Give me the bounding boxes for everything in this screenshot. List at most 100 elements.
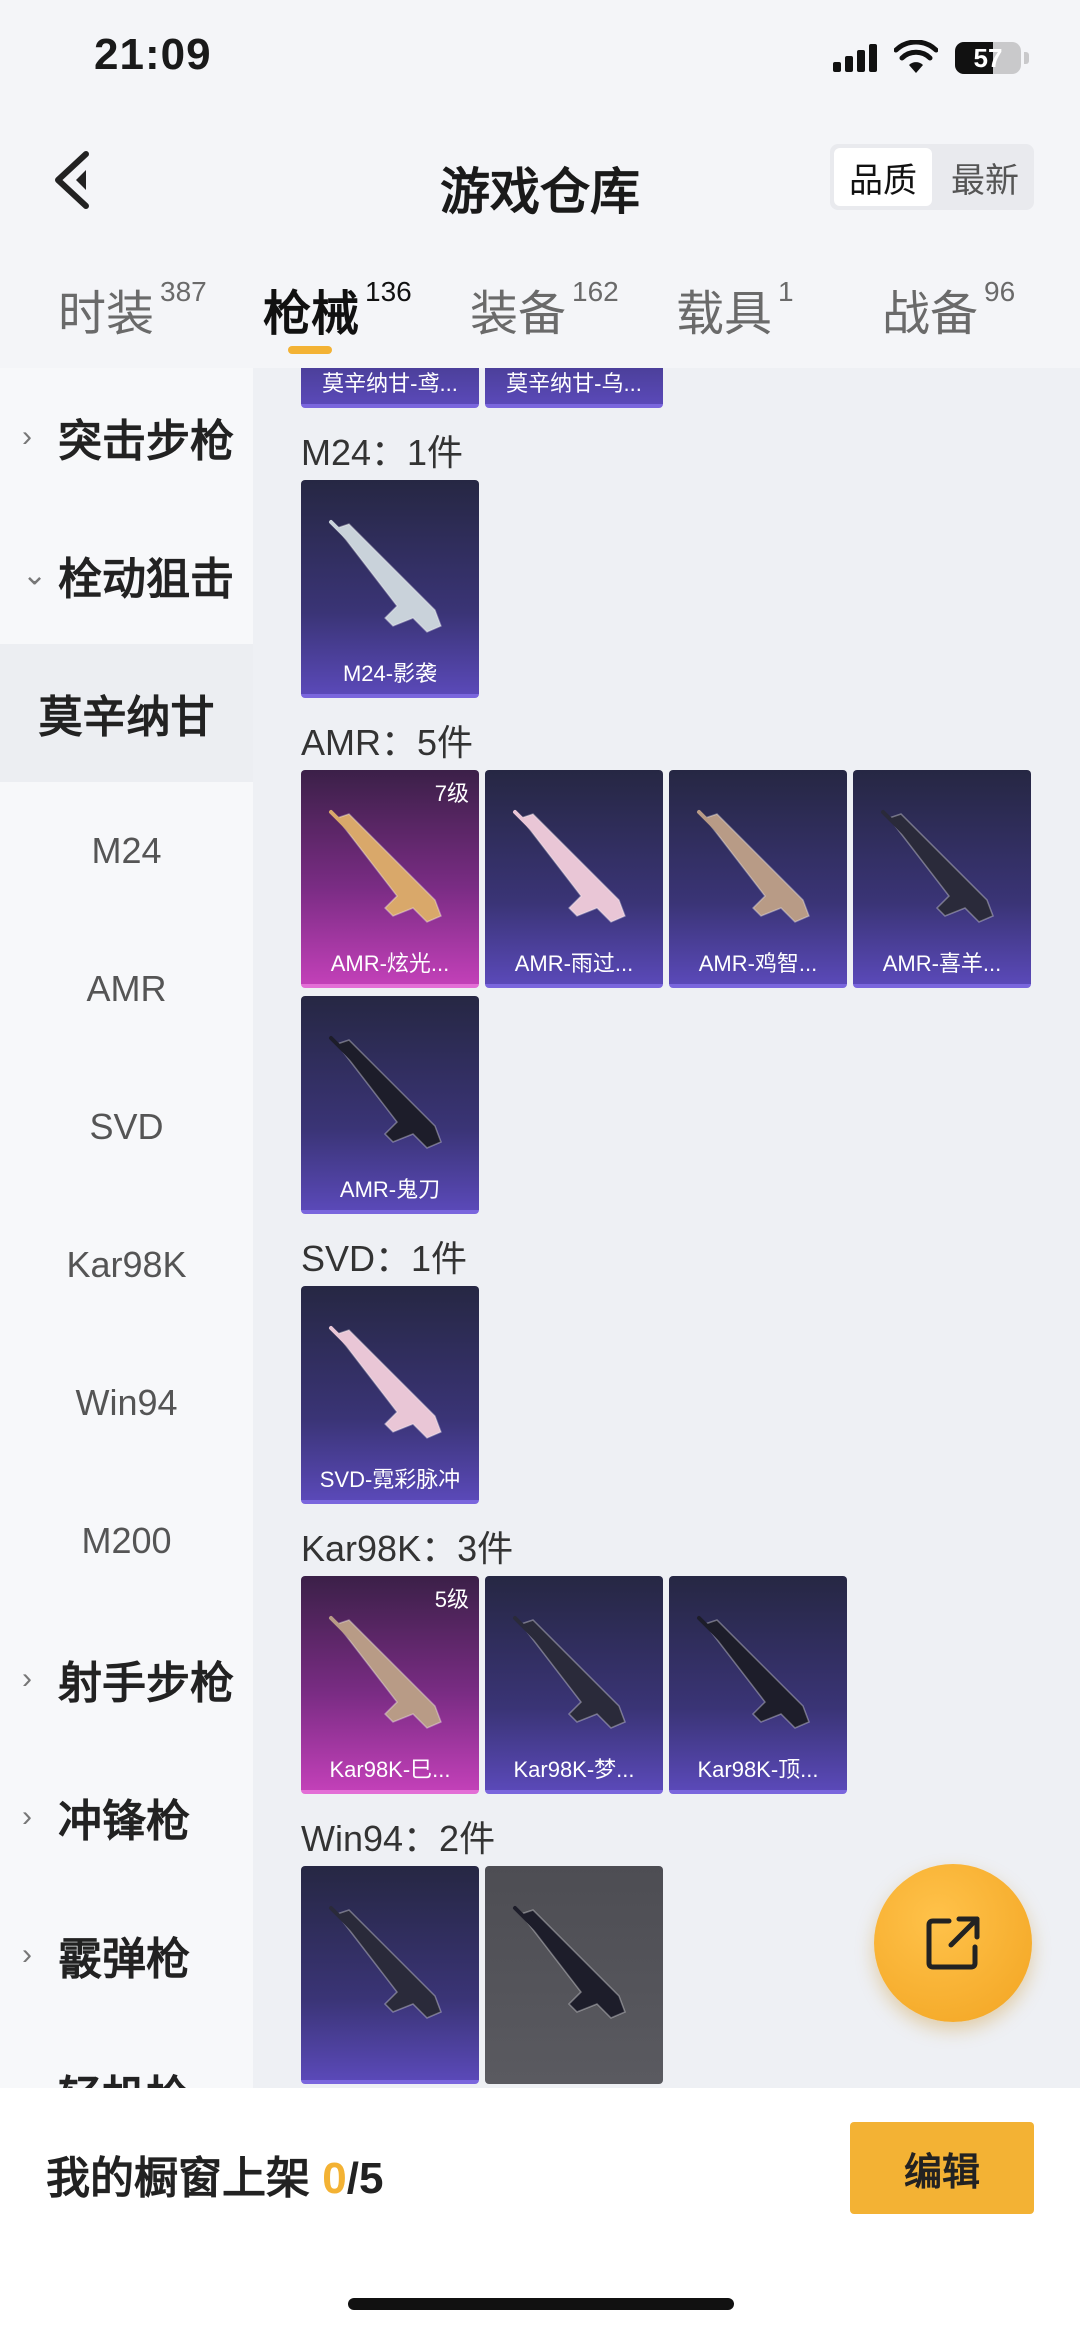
sidebar-item-label: 冲锋枪 [58, 1797, 190, 1846]
rifle-image [329, 520, 442, 633]
sidebar-item-marksman-rifle[interactable]: › 射手步枪 [0, 1610, 253, 1748]
sidebar-item-mosin[interactable]: 莫辛纳甘 [0, 644, 253, 782]
rifle-image [513, 1906, 626, 2019]
tab-count: 96 [984, 276, 1016, 307]
skin-name: AMR-炫光... [330, 951, 450, 976]
rifle-image [329, 1326, 442, 1439]
skin-card[interactable]: 5级 Kar98K-巳... [301, 1576, 479, 1794]
status-time: 21:09 [94, 30, 212, 79]
tab-label: 战备 [882, 288, 979, 341]
skin-card[interactable]: Kar98K-顶... [669, 1576, 847, 1794]
skin-name: AMR-鸡智... [698, 951, 818, 976]
sidebar-item-label: 射手步枪 [58, 1659, 234, 1708]
skin-name: AMR-雨过... [514, 951, 634, 976]
sort-option-newest[interactable]: 最新 [936, 144, 1034, 210]
sidebar-item-amr[interactable]: AMR [0, 920, 253, 1058]
skin-card[interactable]: 莫辛纳甘-乌... [485, 368, 663, 408]
level-badge: 7级 [434, 781, 469, 806]
sidebar-item-label: Kar98K [66, 1244, 187, 1285]
nav-bar: 游戏仓库 品质 最新 [0, 130, 1080, 230]
showcase-label: 我的橱窗上架 [46, 2154, 310, 2203]
active-tab-indicator [288, 346, 332, 354]
skin-card[interactable]: AMR-喜羊... [853, 770, 1031, 988]
tab-label: 时装 [58, 288, 155, 341]
skin-card[interactable]: Kar98K-梦... [485, 1576, 663, 1794]
sort-option-quality[interactable]: 品质 [834, 148, 932, 206]
skin-name: M24-影袭 [342, 661, 438, 686]
skin-card[interactable]: 莫辛纳甘-鸢... [301, 368, 479, 408]
skin-name: Kar98K-巳... [329, 1757, 451, 1782]
skin-card[interactable]: AMR-鬼刀 [301, 996, 479, 1214]
sidebar-item-label: Win94 [75, 1382, 178, 1423]
sidebar-item-kar98k[interactable]: Kar98K [0, 1196, 253, 1334]
rifle-image [881, 810, 994, 923]
rifle-image [697, 1616, 810, 1729]
sidebar-item-svd[interactable]: SVD [0, 1058, 253, 1196]
rifle-image [329, 1036, 442, 1149]
battery-icon: 57 [955, 42, 1021, 74]
sidebar-item-label: 突击步枪 [58, 417, 234, 466]
share-icon [926, 1916, 980, 1970]
tab-vehicles[interactable]: 载具 1 [676, 274, 794, 344]
skin-card[interactable]: 7级 AMR-炫光... [301, 770, 479, 988]
showcase-total: /5 [346, 2154, 384, 2203]
skin-name: AMR-喜羊... [882, 951, 1002, 976]
sidebar-item-m200[interactable]: M200 [0, 1472, 253, 1610]
sidebar-item-shotgun[interactable]: › 霰弹枪 [0, 1886, 253, 2024]
skin-card[interactable]: AMR-鸡智... [669, 770, 847, 988]
sidebar-item-label: 莫辛纳甘 [38, 693, 215, 742]
skin-name: AMR-鬼刀 [339, 1177, 441, 1202]
home-indicator [348, 2298, 734, 2310]
battery-tip [1024, 52, 1029, 64]
battery-percent: 57 [973, 43, 1003, 73]
sidebar-item-label: M24 [91, 830, 162, 871]
skin-name: Kar98K-顶... [697, 1757, 819, 1782]
chevron-right-icon: › [22, 1662, 32, 1695]
sidebar-item-bolt-sniper[interactable]: ⌄ 栓动狙击 [0, 506, 253, 644]
section-title: AMR：5件 [301, 722, 474, 763]
sort-toggle: 品质 最新 [830, 144, 1034, 210]
skin-card[interactable]: AMR-雨过... [485, 770, 663, 988]
skin-card[interactable] [301, 1866, 479, 2084]
skin-card[interactable]: M24-影袭 [301, 480, 479, 698]
tab-equipment[interactable]: 装备 162 [470, 274, 619, 344]
skin-name: Kar98K-梦... [513, 1757, 635, 1782]
sidebar-item-win94[interactable]: Win94 [0, 1334, 253, 1472]
chevron-right-icon: › [22, 2076, 32, 2088]
tab-count: 1 [778, 276, 794, 307]
skin-name: 莫辛纳甘-乌... [506, 371, 642, 396]
sidebar-item-label: SVD [89, 1106, 164, 1147]
sidebar-item-label: M200 [81, 1520, 172, 1561]
section-title: M24：1件 [301, 432, 464, 473]
tab-label: 装备 [470, 288, 567, 341]
skin-name: 莫辛纳甘-鸢... [322, 371, 458, 396]
tab-supplies[interactable]: 战备 96 [882, 274, 1015, 344]
showcase-summary: 我的橱窗上架 0/5 [46, 2142, 383, 2206]
rifle-image [329, 810, 442, 923]
tab-count: 387 [160, 276, 207, 307]
skin-card[interactable] [485, 1866, 663, 2084]
sidebar-item-label: 霰弹枪 [58, 1935, 190, 1984]
rifle-image [697, 810, 810, 923]
tab-label: 载具 [676, 288, 773, 341]
tab-fashion[interactable]: 时装 387 [58, 274, 207, 344]
tab-firearms[interactable]: 枪械 136 [263, 274, 412, 344]
skin-name: SVD-霓彩脉冲 [319, 1467, 461, 1492]
sidebar-item-label: AMR [86, 968, 167, 1009]
tab-count: 136 [365, 276, 412, 307]
showcase-count: 0 [322, 2154, 347, 2203]
skin-card[interactable]: SVD-霓彩脉冲 [301, 1286, 479, 1504]
category-tabs: 时装 387 枪械 136 装备 162 载具 1 战备 96 [0, 262, 1080, 362]
section-title: Kar98K：3件 [301, 1528, 514, 1569]
edit-button[interactable]: 编辑 [850, 2122, 1034, 2214]
sidebar-item-assault-rifle[interactable]: › 突击步枪 [0, 368, 253, 506]
share-button[interactable] [874, 1864, 1032, 2022]
rifle-image [329, 1906, 442, 2019]
sidebar-item-smg[interactable]: › 冲锋枪 [0, 1748, 253, 1886]
sidebar-item-label: 栓动狙击 [58, 555, 234, 604]
cellular-signal-icon [833, 44, 877, 72]
sidebar-item-m24[interactable]: M24 [0, 782, 253, 920]
status-bar: 21:09 57 [0, 0, 1080, 120]
sidebar-item-lmg[interactable]: › 轻机枪 [0, 2024, 253, 2088]
chevron-down-icon: ⌄ [22, 558, 48, 592]
